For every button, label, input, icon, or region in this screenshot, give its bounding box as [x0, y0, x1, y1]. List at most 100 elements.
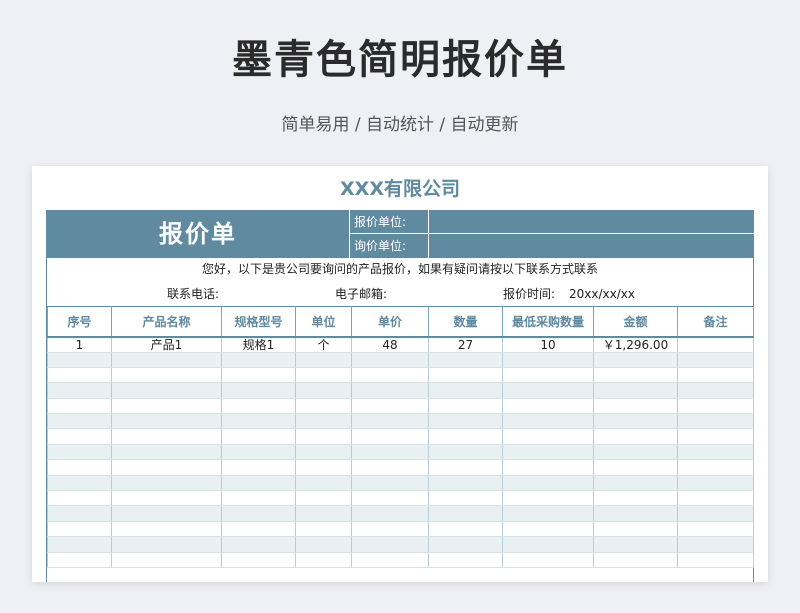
table-cell[interactable] — [47, 521, 112, 538]
table-cell[interactable] — [502, 413, 594, 430]
table-cell[interactable]: 规格1 — [221, 336, 296, 353]
inquiry-unit-field[interactable] — [428, 234, 754, 258]
table-cell[interactable] — [677, 521, 754, 538]
table-cell[interactable] — [502, 444, 594, 461]
table-cell[interactable] — [47, 475, 112, 492]
table-cell[interactable] — [351, 444, 429, 461]
table-cell[interactable] — [593, 428, 678, 445]
table-cell[interactable] — [351, 552, 429, 568]
table-cell[interactable] — [351, 367, 429, 384]
table-cell[interactable] — [47, 444, 112, 461]
table-cell[interactable] — [677, 459, 754, 476]
table-cell[interactable] — [428, 428, 503, 445]
table-cell[interactable] — [111, 428, 222, 445]
table-cell[interactable] — [295, 490, 352, 507]
table-cell[interactable] — [221, 521, 296, 538]
table-cell[interactable] — [221, 413, 296, 430]
table-cell[interactable] — [47, 413, 112, 430]
table-cell[interactable] — [111, 413, 222, 430]
table-cell[interactable]: 10 — [502, 336, 594, 353]
table-cell[interactable]: 48 — [351, 336, 429, 353]
table-cell[interactable] — [593, 552, 678, 568]
table-cell[interactable] — [47, 536, 112, 553]
table-cell[interactable] — [111, 505, 222, 522]
table-cell[interactable] — [428, 505, 503, 522]
table-cell[interactable] — [677, 336, 754, 353]
table-cell[interactable] — [502, 475, 594, 492]
table-cell[interactable] — [47, 552, 112, 568]
table-cell[interactable] — [428, 398, 503, 415]
table-cell[interactable] — [502, 490, 594, 507]
table-cell[interactable] — [351, 505, 429, 522]
table-cell[interactable] — [677, 398, 754, 415]
table-cell[interactable] — [677, 428, 754, 445]
table-cell[interactable] — [295, 382, 352, 399]
table-cell[interactable] — [295, 521, 352, 538]
table-cell[interactable] — [677, 413, 754, 430]
table-cell[interactable] — [502, 352, 594, 368]
table-cell[interactable] — [221, 490, 296, 507]
table-cell[interactable] — [428, 413, 503, 430]
table-cell[interactable] — [677, 444, 754, 461]
table-cell[interactable] — [428, 552, 503, 568]
table-cell[interactable] — [593, 352, 678, 368]
table-cell[interactable] — [677, 552, 754, 568]
table-cell[interactable] — [677, 382, 754, 399]
table-cell[interactable] — [677, 505, 754, 522]
table-cell[interactable] — [351, 536, 429, 553]
table-cell[interactable] — [351, 413, 429, 430]
table-cell[interactable] — [502, 521, 594, 538]
table-cell[interactable] — [295, 552, 352, 568]
table-cell[interactable] — [593, 521, 678, 538]
table-cell[interactable] — [593, 536, 678, 553]
table-cell[interactable] — [47, 382, 112, 399]
table-cell[interactable] — [47, 352, 112, 368]
table-cell[interactable] — [593, 475, 678, 492]
table-cell[interactable] — [502, 367, 594, 384]
table-cell[interactable] — [221, 398, 296, 415]
table-cell[interactable] — [47, 490, 112, 507]
table-cell[interactable] — [111, 352, 222, 368]
table-cell[interactable] — [502, 536, 594, 553]
table-cell[interactable] — [111, 521, 222, 538]
table-cell[interactable] — [593, 398, 678, 415]
table-cell[interactable]: 个 — [295, 336, 352, 353]
table-cell[interactable] — [111, 475, 222, 492]
quote-unit-field[interactable] — [428, 210, 754, 234]
table-cell[interactable] — [47, 398, 112, 415]
table-cell[interactable] — [295, 459, 352, 476]
table-cell[interactable] — [221, 475, 296, 492]
table-cell[interactable] — [593, 459, 678, 476]
table-cell[interactable] — [221, 367, 296, 384]
table-cell[interactable] — [428, 444, 503, 461]
table-cell[interactable] — [502, 459, 594, 476]
table-cell[interactable] — [111, 552, 222, 568]
table-cell[interactable] — [295, 413, 352, 430]
table-cell[interactable] — [351, 398, 429, 415]
table-cell[interactable] — [111, 367, 222, 384]
table-cell[interactable] — [428, 536, 503, 553]
table-cell[interactable] — [47, 367, 112, 384]
table-cell[interactable] — [111, 382, 222, 399]
table-cell[interactable] — [428, 382, 503, 399]
table-cell[interactable] — [502, 398, 594, 415]
table-cell[interactable] — [502, 382, 594, 399]
table-cell[interactable] — [677, 536, 754, 553]
table-cell[interactable] — [428, 367, 503, 384]
table-cell[interactable] — [593, 505, 678, 522]
table-cell[interactable] — [295, 475, 352, 492]
table-cell[interactable] — [428, 459, 503, 476]
table-cell[interactable] — [593, 367, 678, 384]
table-cell[interactable] — [221, 536, 296, 553]
table-cell[interactable] — [221, 382, 296, 399]
table-cell[interactable] — [111, 459, 222, 476]
table-cell[interactable] — [47, 459, 112, 476]
table-cell[interactable] — [351, 352, 429, 368]
table-cell[interactable] — [351, 521, 429, 538]
table-cell[interactable] — [295, 444, 352, 461]
table-cell[interactable] — [593, 382, 678, 399]
table-cell[interactable] — [295, 505, 352, 522]
table-cell[interactable] — [428, 352, 503, 368]
table-cell[interactable] — [428, 490, 503, 507]
table-cell[interactable] — [351, 459, 429, 476]
